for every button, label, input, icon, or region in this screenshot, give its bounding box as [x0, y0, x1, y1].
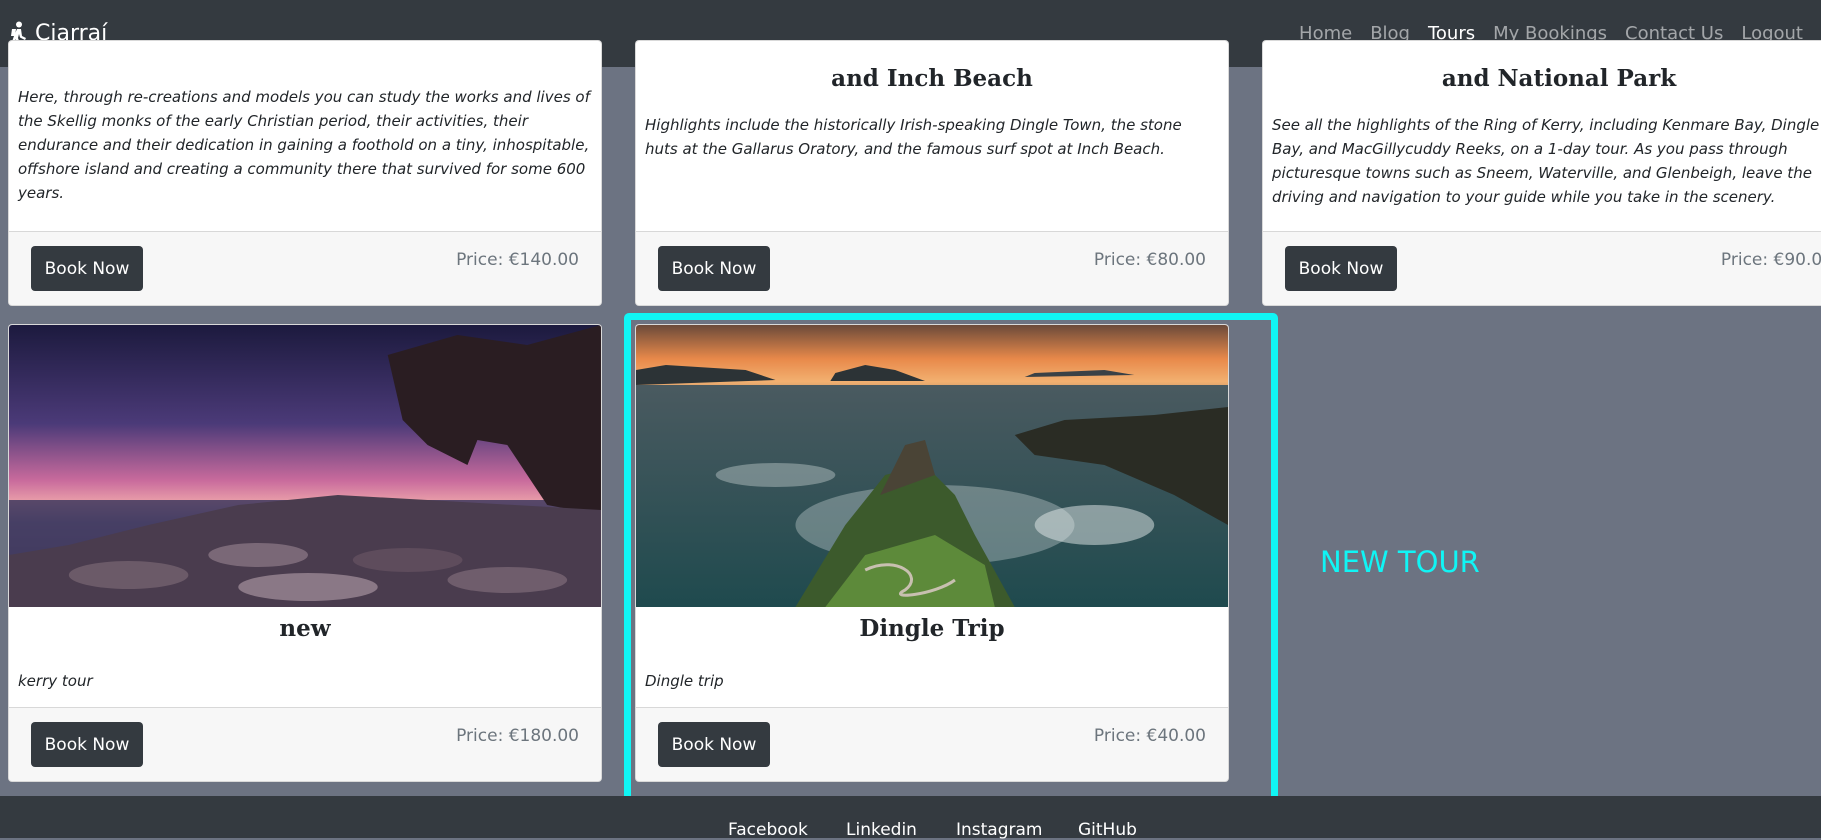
footer-link-facebook[interactable]: Facebook [728, 820, 808, 840]
tour-price: Price: €180.00 [456, 726, 579, 746]
footer-link-github[interactable]: GitHub [1078, 820, 1137, 840]
card-title: and National Park [1441, 65, 1677, 92]
tour-card-skellig: Here, through re-creations and models yo… [8, 40, 602, 306]
card-title: and Inch Beach [831, 65, 1033, 92]
footer-link-instagram[interactable]: Instagram [956, 820, 1043, 840]
card-description: Here, through re-creations and models yo… [18, 88, 590, 202]
tour-price: Price: €140.00 [456, 250, 579, 270]
tour-image-sea-arch [9, 325, 601, 607]
footer: Facebook Linkedin Instagram GitHub [0, 796, 1821, 840]
card-footer: Book Now Price: €180.00 [9, 707, 601, 781]
card-description: kerry tour [18, 672, 93, 690]
book-now-button[interactable]: Book Now [31, 722, 143, 767]
card-footer: Book Now Price: €90.00 [1263, 231, 1821, 305]
book-now-button[interactable]: Book Now [658, 246, 770, 291]
new-tour-highlight-box [624, 313, 1278, 805]
tour-card-new: new kerry tour Book Now Price: €180.00 [8, 324, 602, 782]
card-footer: Book Now Price: €140.00 [9, 231, 601, 305]
new-tour-annotation: NEW TOUR [1320, 545, 1480, 579]
tour-price: Price: €80.00 [1093, 250, 1206, 270]
tour-card-ring-of-kerry: and National Park See all the highlights… [1262, 40, 1821, 306]
book-now-button[interactable]: Book Now [1285, 246, 1397, 291]
card-title: new [279, 615, 331, 642]
tour-card-dingle-inch: and Inch Beach Highlights include the hi… [635, 40, 1229, 306]
card-footer: Book Now Price: €80.00 [636, 231, 1228, 305]
book-now-button[interactable]: Book Now [31, 246, 143, 291]
card-description: See all the highlights of the Ring of Ke… [1272, 116, 1820, 206]
card-description: Highlights include the historically Iris… [645, 116, 1182, 158]
footer-link-linkedin[interactable]: Linkedin [846, 820, 917, 840]
tour-price: Price: €90.00 [1720, 250, 1821, 270]
